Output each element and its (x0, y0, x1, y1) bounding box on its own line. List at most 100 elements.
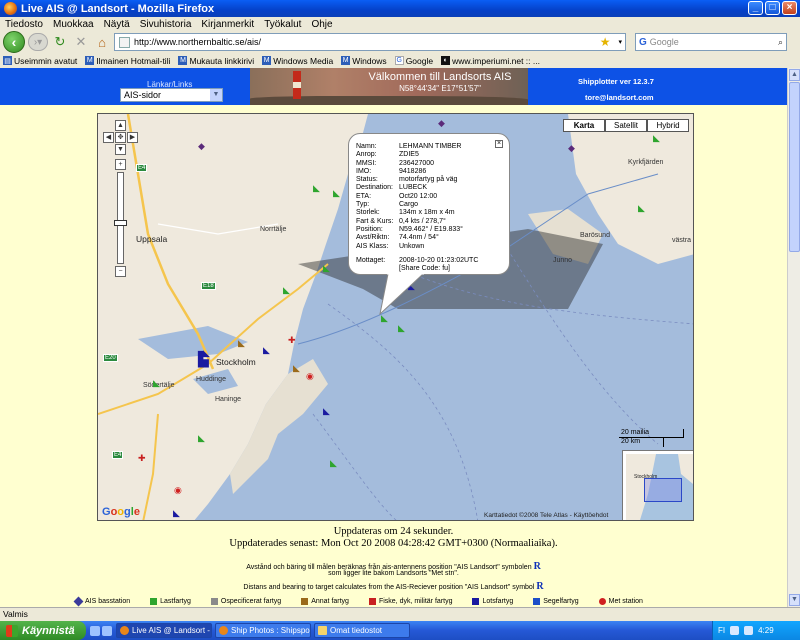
pan-right-button[interactable]: ▶ (127, 132, 138, 143)
start-button[interactable]: Käynnistä (0, 621, 86, 640)
base-station-marker[interactable]: ◆ (438, 119, 445, 128)
ship-marker[interactable]: ◣ (173, 509, 180, 518)
bookmark-most-visited[interactable]: ▤ Useimmin avatut (3, 56, 77, 66)
pan-center-button[interactable]: ✥ (115, 132, 126, 143)
stop-icon[interactable]: ✕ (72, 33, 90, 51)
bookmark-imperiumi[interactable]: ◐ www.imperiumi.net :: ... (441, 56, 540, 66)
pan-down-button[interactable]: ▼ (115, 144, 126, 155)
ais-map[interactable]: ▲ ◀ ✥ ▶ ▼ + − Karta Satellit Hybrid Upps… (97, 113, 694, 521)
tray-icon[interactable] (744, 626, 754, 635)
search-icon[interactable]: ⌕ (778, 37, 786, 48)
bookmark-windows-media[interactable]: M Windows Media (262, 56, 333, 66)
reload-icon[interactable]: ↻ (51, 33, 69, 51)
map-scale: 20 mailia 20 km (619, 429, 689, 447)
map-type-satellite[interactable]: Satellit (605, 119, 647, 132)
menu-help[interactable]: Ohje (311, 19, 332, 30)
ship-marker[interactable]: ◣ (238, 339, 245, 348)
forward-arrow-icon: ›▾ (33, 36, 43, 48)
tray-icon[interactable] (730, 626, 740, 635)
zoom-in-button[interactable]: + (115, 159, 126, 170)
lighthouse-icon (293, 71, 301, 99)
zoom-slider-knob[interactable] (114, 220, 127, 226)
info-row: Storlek: 134m x 18m x 4m (356, 209, 478, 217)
scroll-up-icon[interactable]: ▲ (789, 69, 800, 81)
ship-marker[interactable]: ✚ (288, 336, 296, 345)
ship-marker[interactable]: ◣ (153, 379, 160, 388)
menu-history[interactable]: Sivuhistoria (140, 19, 192, 30)
bookmark-google[interactable]: G Google (394, 56, 433, 66)
minimize-button[interactable]: _ (748, 1, 763, 15)
overview-label: Stockholm (634, 474, 658, 480)
ship-marker[interactable]: ◣ (398, 324, 405, 333)
ship-marker[interactable]: ◣ (638, 204, 645, 213)
map-type-hybrid[interactable]: Hybrid (647, 119, 689, 132)
search-input[interactable]: G Google ⌕ (635, 33, 787, 51)
scrollbar-thumb[interactable] (789, 82, 800, 252)
language-indicator[interactable]: FI (718, 626, 725, 635)
links-select[interactable]: AIS-sidor ▼ (120, 88, 223, 102)
ship-marker[interactable]: ◣ (198, 434, 205, 443)
info-row-mottaget: Mottaget: 2008-10-20 01:23:02UTC (356, 257, 478, 265)
met-station-marker[interactable]: ◉ (174, 486, 182, 495)
url-dropdown-icon[interactable]: ▾ (618, 38, 625, 46)
start-label: Käynnistä (22, 624, 75, 637)
ship-marker[interactable]: ◣ (333, 189, 340, 198)
bookmark-windows[interactable]: M Windows (341, 56, 387, 66)
ship-marker[interactable]: ◣ (263, 346, 270, 355)
bookmark-hotmail[interactable]: M Ilmainen Hotmail-tili (85, 56, 170, 66)
legend-item: Fiske, dyk, militär fartyg (368, 598, 452, 605)
menu-edit[interactable]: Muokkaa (53, 19, 94, 30)
legend-label: AIS basstation (85, 598, 131, 605)
ship-marker[interactable]: ◣ (293, 364, 300, 373)
pan-left-button[interactable]: ◀ (103, 132, 114, 143)
base-station-marker[interactable]: ◆ (198, 142, 205, 151)
back-button[interactable]: ‹ (3, 31, 25, 53)
close-button[interactable]: × (782, 1, 797, 15)
legend-item: Met station (598, 598, 643, 605)
window-titlebar: Live AIS @ Landsort - Mozilla Firefox _ … (0, 0, 800, 17)
menu-bookmarks[interactable]: Kirjanmerkit (201, 19, 254, 30)
forward-button[interactable]: ›▾ (28, 33, 48, 51)
contact-email[interactable]: tore@landsort.com (585, 93, 654, 102)
overview-viewport[interactable] (644, 478, 682, 502)
quick-launch-icon[interactable] (102, 625, 112, 636)
task-my-documents[interactable]: Omat tiedostot (314, 623, 410, 638)
back-arrow-icon: ‹ (11, 34, 17, 50)
scroll-down-icon[interactable]: ▼ (789, 594, 800, 606)
task-firefox[interactable]: Live AIS @ Landsort - ... (116, 623, 212, 638)
overview-map[interactable]: Stockholm (622, 450, 693, 520)
legend-label: Ospecificerat fartyg (220, 598, 282, 605)
distance-note-sv-2: som ligger lite bakom Landsorts "Met stn… (328, 570, 459, 577)
zoom-slider-track[interactable] (117, 172, 124, 264)
zoom-out-button[interactable]: − (115, 266, 126, 277)
home-icon[interactable]: ⌂ (93, 33, 111, 51)
url-bar[interactable]: http://www.northernbaltic.se/ais/ ★ ▾ (114, 33, 626, 51)
bookmark-star-icon[interactable]: ★ (600, 35, 615, 49)
ship-marker[interactable]: ◣ (323, 407, 330, 416)
ship-marker[interactable]: ◣ (283, 286, 290, 295)
ship-marker[interactable]: ◣ (653, 134, 660, 143)
task-shipspotting[interactable]: Ship Photos : Shipspo... (215, 623, 311, 638)
maximize-button[interactable]: □ (765, 1, 780, 15)
map-type-map[interactable]: Karta (563, 119, 605, 132)
legend-met-station-icon (598, 598, 606, 605)
google-logo[interactable]: Google (102, 506, 140, 518)
info-close-icon[interactable]: × (495, 140, 503, 148)
place-vastra: västra (672, 237, 692, 244)
ship-marker[interactable]: ◣ (323, 264, 330, 273)
met-station-marker[interactable]: ◉ (306, 372, 314, 381)
menu-view[interactable]: Näytä (104, 19, 130, 30)
quick-launch-icon[interactable] (90, 625, 100, 636)
stockholm-ship-cluster[interactable]: ▙ (198, 352, 209, 366)
menu-file[interactable]: Tiedosto (5, 19, 43, 30)
bookmark-customize-links[interactable]: M Mukauta linkkirivi (178, 56, 254, 66)
pan-up-button[interactable]: ▲ (115, 120, 126, 131)
selected-ship-marker[interactable]: ◣ (381, 314, 388, 323)
ship-marker[interactable]: ◣ (313, 184, 320, 193)
base-station-marker[interactable]: ◆ (568, 144, 575, 153)
distance-note-en: Distans and bearing to target calculates… (0, 581, 787, 592)
page-scrollbar[interactable]: ▲ ▼ (787, 68, 800, 607)
menu-tools[interactable]: Työkalut (264, 19, 301, 30)
ship-marker[interactable]: ◣ (330, 459, 337, 468)
ship-marker[interactable]: ✚ (138, 454, 146, 463)
